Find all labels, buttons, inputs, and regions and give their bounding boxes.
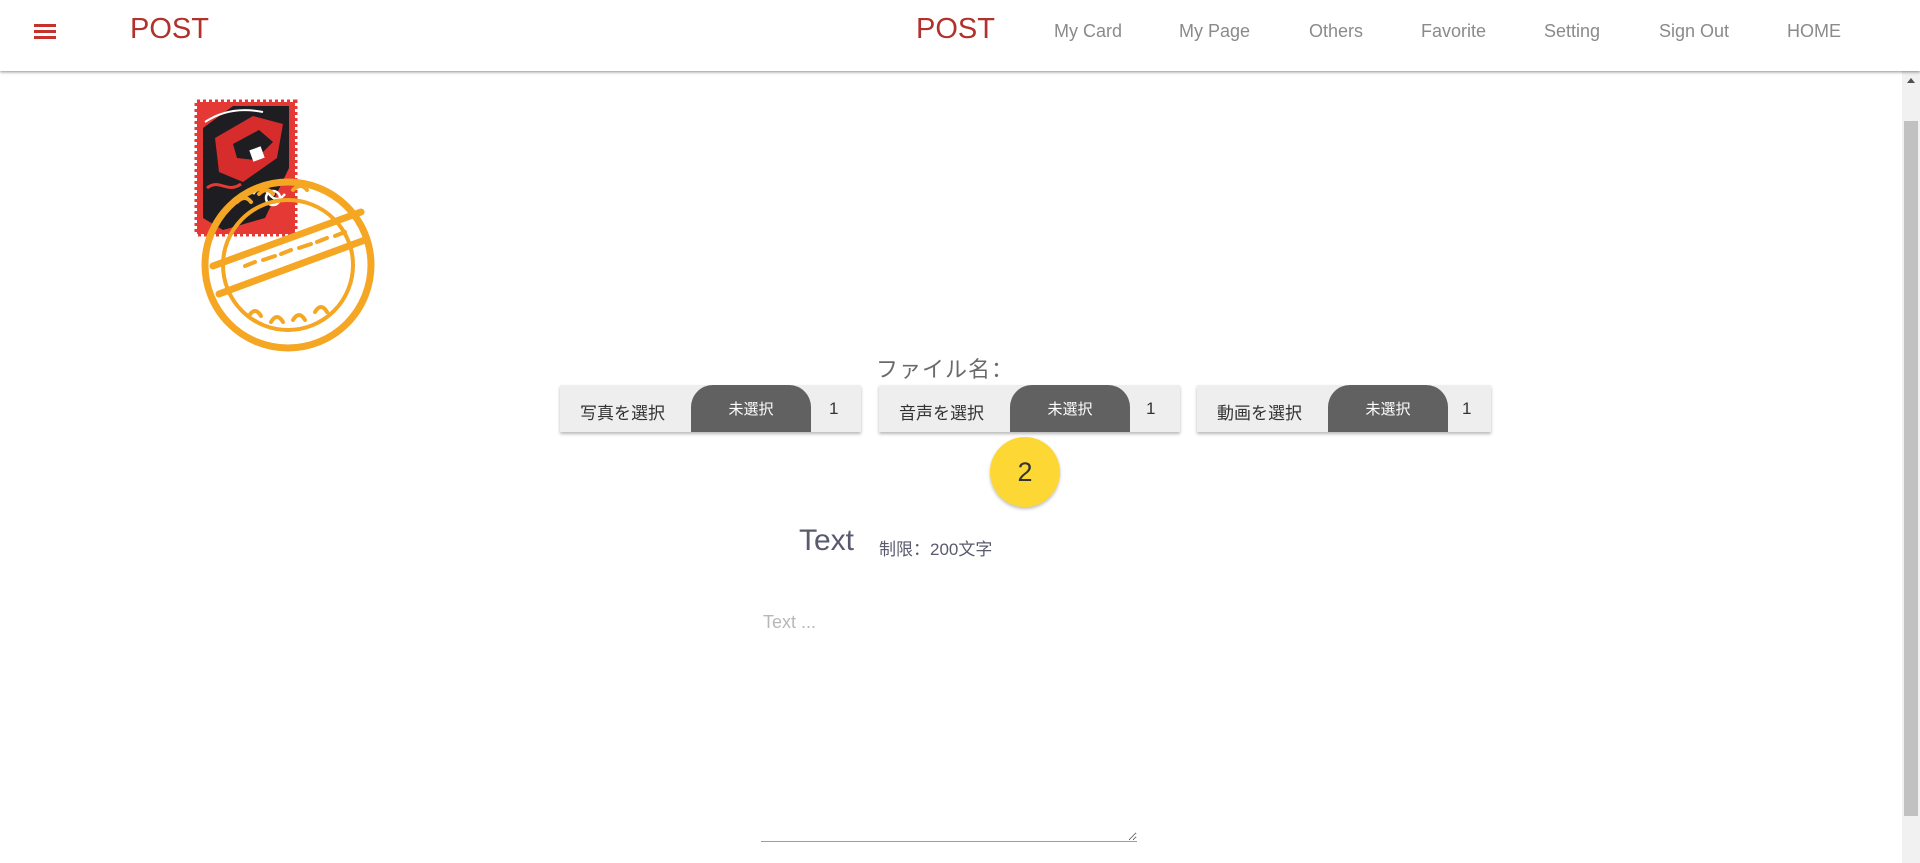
text-section-title: Text [799, 524, 855, 557]
page-scrollbar[interactable] [1902, 71, 1920, 863]
brand-title-right[interactable]: POST [916, 13, 995, 45]
file-name-label: ファイル名： [876, 357, 1015, 382]
top-navbar: POST POST My Card My Page Others Favorit… [0, 0, 1920, 71]
nav-link-favorite[interactable]: Favorite [1421, 20, 1486, 42]
stamp-logo [193, 98, 383, 358]
nav-link-setting[interactable]: Setting [1544, 20, 1600, 42]
menu-line [34, 30, 56, 33]
scroll-up-arrow-icon[interactable] [1907, 78, 1915, 83]
photo-picker[interactable]: 写真を選択 未選択 1 [560, 385, 861, 432]
scroll-thumb[interactable] [1904, 121, 1918, 816]
hamburger-menu-icon[interactable] [31, 18, 59, 44]
stamp-logo-graphic [194, 99, 375, 352]
step-badge: 2 [990, 437, 1060, 507]
video-picker[interactable]: 動画を選択 未選択 1 [1197, 385, 1491, 432]
video-picker-label: 動画を選択 [1217, 404, 1302, 423]
audio-picker[interactable]: 音声を選択 未選択 1 [879, 385, 1180, 432]
brand-title-left[interactable]: POST [130, 13, 209, 45]
audio-picker-status: 未選択 [1010, 385, 1130, 432]
video-picker-status: 未選択 [1328, 385, 1448, 432]
photo-picker-status: 未選択 [691, 385, 811, 432]
nav-link-others[interactable]: Others [1309, 20, 1363, 42]
menu-line [34, 36, 56, 39]
nav-link-my-page[interactable]: My Page [1179, 20, 1250, 42]
nav-link-sign-out[interactable]: Sign Out [1659, 20, 1729, 42]
post-text-input[interactable] [761, 604, 1137, 842]
menu-line [34, 24, 56, 27]
nav-link-my-card[interactable]: My Card [1054, 20, 1122, 42]
video-picker-count: 1 [1462, 399, 1472, 418]
photo-picker-label: 写真を選択 [580, 404, 665, 423]
nav-link-home[interactable]: HOME [1787, 20, 1841, 42]
audio-picker-count: 1 [1146, 399, 1156, 418]
audio-picker-label: 音声を選択 [899, 404, 984, 423]
photo-picker-count: 1 [829, 399, 839, 418]
text-limit-note: 制限：200文字 [879, 540, 993, 559]
